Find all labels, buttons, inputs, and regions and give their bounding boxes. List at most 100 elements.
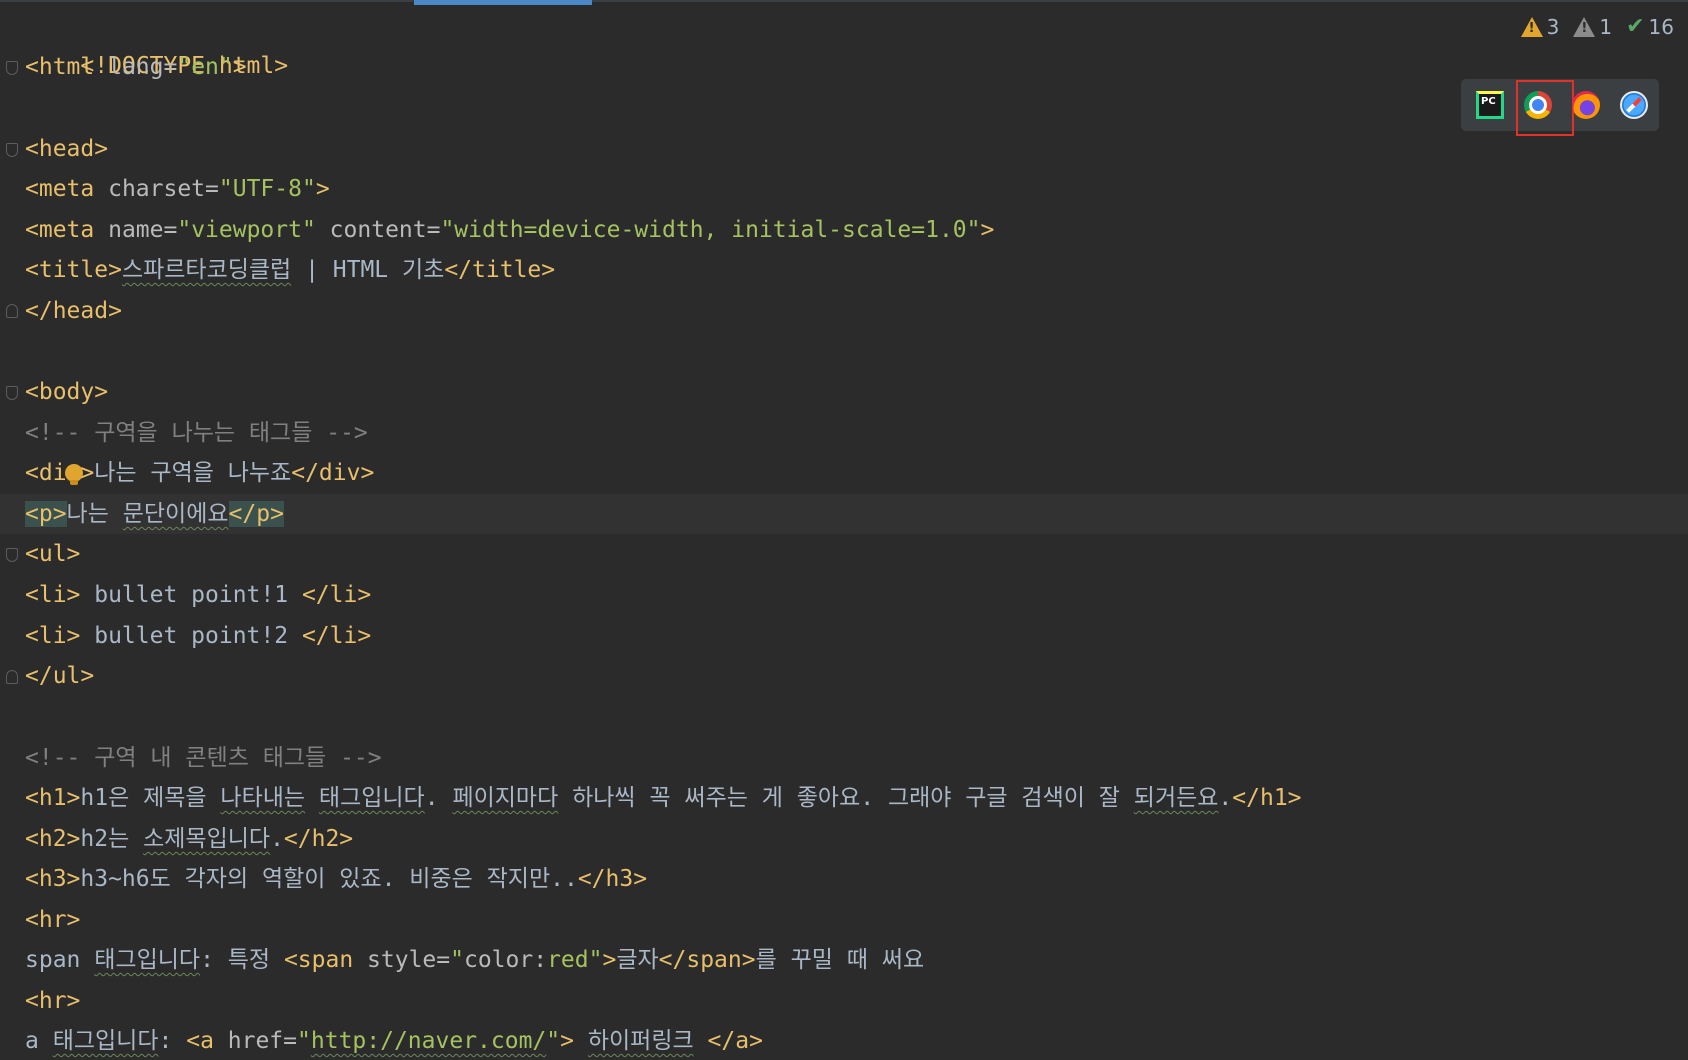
code-line-26[interactable]: a 태그입니다: <a href="http://naver.com/"> 하이… <box>25 1021 1688 1060</box>
text-token: bullet point!1 <box>80 582 302 608</box>
text-token: . <box>424 785 453 811</box>
value-token: "en" <box>177 54 233 80</box>
code-line-7[interactable]: <title>스파르타코딩클럽 | HTML 기초</title> <box>25 250 1688 290</box>
text-token: : <box>158 1028 187 1054</box>
tag-token: <html <box>25 54 109 80</box>
code-line-22[interactable]: <h3>h3~h6도 각자의 역할이 있죠. 비중은 작지만..</h3> <box>25 859 1688 899</box>
css-value-token: red <box>547 947 589 973</box>
code-line-2[interactable]: <html lang="en"> <box>25 47 1688 87</box>
tag-token: </span> <box>658 947 756 973</box>
typo-text: 소제목입니다 <box>143 826 271 852</box>
code-line-19[interactable]: <!-- 구역 내 콘텐츠 태그들 --> <box>25 738 1688 778</box>
tag-token: <div> <box>25 460 95 486</box>
comment-token: <!-- 구역을 나누는 태그들 --> <box>25 420 368 446</box>
code-line-13-current[interactable]: <p>나는 문단이에요</p> <box>0 494 1688 534</box>
tag-token: <ul> <box>25 541 81 567</box>
tag-token: <body> <box>25 379 109 405</box>
text-token: h2는 <box>80 826 144 852</box>
open-in-safari-button[interactable] <box>1617 88 1651 122</box>
open-in-pycharm-button[interactable]: PC <box>1473 88 1507 122</box>
tag-token: </head> <box>25 298 122 324</box>
editor-top-border <box>0 0 1688 2</box>
pycharm-icon: PC <box>1476 91 1504 119</box>
intention-bulb-icon[interactable] <box>65 464 83 485</box>
open-in-firefox-button[interactable] <box>1569 88 1603 122</box>
attr-token: lang= <box>108 54 178 80</box>
chrome-icon <box>1524 91 1552 119</box>
tag-token: > <box>980 217 995 243</box>
code-line-14[interactable]: <ul> <box>25 534 1688 574</box>
tag-token: </h2> <box>283 826 354 852</box>
css-property-token: color: <box>463 947 548 973</box>
fold-marker-icon[interactable] <box>6 548 18 562</box>
code-line-5[interactable]: <meta charset="UTF-8"> <box>25 169 1688 209</box>
code-line-8[interactable]: </head> <box>25 291 1688 331</box>
code-line-1[interactable]: <!DOCTYPE html> <box>25 6 1688 79</box>
code-editor[interactable]: 3 1 ✔ 16 PC <!DOCTYPE html> <ht <box>0 0 1688 1060</box>
tag-token: <hr> <box>25 907 81 933</box>
fold-marker-icon[interactable] <box>6 386 18 400</box>
tag-token: <h3> <box>25 866 81 892</box>
tag-token: <title> <box>25 257 122 283</box>
value-token: "width=device-width, initial-scale=1.0" <box>440 217 981 243</box>
text-token: 하나씩 꼭 써주는 게 좋아요. 그래야 구글 검색이 잘 <box>558 785 1134 811</box>
code-line-20[interactable]: <h1>h1은 제목을 나타내는 태그입니다. 페이지마다 하나씩 꼭 써주는 … <box>25 778 1688 818</box>
attr-token: style= <box>367 947 451 973</box>
text-token: . <box>1218 785 1233 811</box>
url-token[interactable]: http://naver.com/ <box>311 1028 546 1054</box>
typo-text: 하이퍼링크 <box>587 1028 694 1054</box>
typo-text: 태그입니다 <box>52 1028 159 1054</box>
fold-end-marker-icon[interactable] <box>6 670 18 684</box>
value-token: " <box>297 1028 311 1054</box>
tag-token: </h1> <box>1232 785 1302 811</box>
active-tab-indicator <box>414 0 592 5</box>
text-token: span <box>25 947 95 973</box>
text-token: a <box>25 1028 53 1054</box>
value-token: " <box>546 1028 561 1054</box>
code-line-17[interactable]: </ul> <box>25 656 1688 696</box>
fold-marker-icon[interactable] <box>6 61 18 75</box>
value-token: "viewport" <box>177 217 316 243</box>
code-line-25[interactable]: <hr> <box>25 981 1688 1021</box>
code-line-23[interactable]: <hr> <box>25 900 1688 940</box>
code-line-24[interactable]: span 태그입니다: 특정 <span style="color:red">글… <box>25 940 1688 980</box>
tag-token: > <box>602 947 617 973</box>
text-token: | HTML 기초 <box>291 257 445 283</box>
tag-token: <a <box>186 1028 228 1054</box>
firefox-icon <box>1572 91 1600 119</box>
fold-end-marker-icon[interactable] <box>6 304 18 318</box>
tag-token: </li> <box>301 582 372 608</box>
tag-token: <meta <box>25 176 109 202</box>
tag-token: </h3> <box>577 866 648 892</box>
text-token: 나는 구역을 나누죠 <box>94 460 292 486</box>
code-line-6[interactable]: <meta name="viewport" content="width=dev… <box>25 210 1688 250</box>
tag-token: > <box>560 1028 574 1054</box>
text-token: h3~h6도 각자의 역할이 있죠. 비중은 작지만.. <box>80 866 578 892</box>
tag-token: </ul> <box>25 663 95 689</box>
code-line-4[interactable]: <head> <box>25 129 1688 169</box>
code-line-10[interactable]: <body> <box>25 372 1688 412</box>
text-token: 나는 <box>66 501 123 527</box>
open-in-chrome-button[interactable] <box>1516 80 1574 136</box>
code-line-21[interactable]: <h2>h2는 소제목입니다.</h2> <box>25 819 1688 859</box>
code-line-16[interactable]: <li> bullet point!2 </li> <box>25 616 1688 656</box>
tag-token: </a> <box>707 1028 763 1054</box>
tag-token: > <box>232 54 247 80</box>
code-line-11[interactable]: <!-- 구역을 나누는 태그들 --> <box>25 413 1688 453</box>
attr-token: href= <box>227 1028 298 1054</box>
text-token: bullet point!2 <box>80 623 302 649</box>
tag-token-matched: </p> <box>228 501 284 527</box>
tag-token: </div> <box>291 460 375 486</box>
tag-token: <li> <box>25 582 81 608</box>
typo-text: 되거든요 <box>1133 785 1219 811</box>
typo-text: 나타내는 <box>220 785 306 811</box>
code-line-15[interactable]: <li> bullet point!1 </li> <box>25 575 1688 615</box>
text-token: : 특정 <box>200 947 284 973</box>
tag-token: <h1> <box>25 785 81 811</box>
attr-token: name= <box>108 217 178 243</box>
fold-marker-icon[interactable] <box>6 143 18 157</box>
code-line-12[interactable]: <div>나는 구역을 나누죠</div> <box>25 453 1688 493</box>
